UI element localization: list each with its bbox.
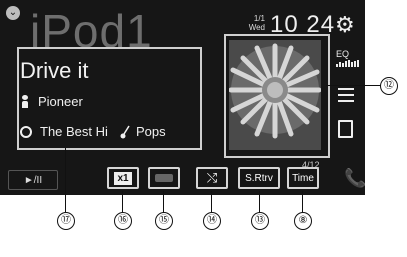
playback-speed-button[interactable]: x1 bbox=[107, 167, 139, 189]
track-title: Drive it bbox=[20, 58, 89, 83]
phone-icon[interactable]: 📞 bbox=[344, 168, 365, 189]
settings-gear-icon[interactable]: ⚙ bbox=[335, 12, 355, 38]
guitar-icon bbox=[120, 125, 130, 138]
eq-bars-icon bbox=[336, 60, 359, 67]
date: 1/1 Wed bbox=[247, 14, 265, 32]
genre-row: Pops bbox=[120, 124, 166, 139]
date-weekday: Wed bbox=[248, 23, 265, 32]
repeat-button[interactable] bbox=[148, 167, 180, 189]
artist-name: Pioneer bbox=[38, 94, 83, 109]
eq-label: EQ bbox=[336, 49, 350, 59]
callout-line-17 bbox=[65, 148, 66, 212]
callout-17: ⑰ bbox=[57, 212, 75, 230]
callout-line-15 bbox=[163, 191, 164, 213]
album-name: The Best Hi bbox=[40, 124, 108, 139]
callout-13: ⑬ bbox=[251, 212, 269, 230]
callout-line-12 bbox=[326, 85, 382, 86]
genre-name: Pops bbox=[136, 124, 166, 139]
album-row: The Best Hi bbox=[20, 124, 108, 139]
sound-retriever-button[interactable]: S.Rtrv bbox=[238, 167, 280, 189]
date-day: 1/1 bbox=[253, 14, 265, 23]
callout-line-14 bbox=[211, 191, 212, 213]
shuffle-button[interactable]: ⤭ bbox=[196, 167, 228, 189]
play-pause-button[interactable]: ►/II bbox=[8, 170, 58, 190]
repeat-icon bbox=[155, 174, 173, 182]
callout-line-16 bbox=[122, 191, 123, 213]
artist-row: Pioneer bbox=[20, 94, 83, 109]
callout-line-8 bbox=[302, 191, 303, 213]
eq-button[interactable]: EQ bbox=[336, 50, 359, 67]
callout-15: ⑮ bbox=[155, 212, 173, 230]
list-icon[interactable] bbox=[338, 88, 354, 106]
callout-16: ⑯ bbox=[114, 212, 132, 230]
time-button[interactable]: Time bbox=[287, 167, 319, 189]
callout-14: ⑭ bbox=[203, 212, 221, 230]
shuffle-icon: ⤭ bbox=[206, 170, 218, 185]
callout-line-13 bbox=[259, 191, 260, 213]
chevron-down-icon[interactable]: ⌄ bbox=[6, 6, 20, 20]
document-icon[interactable] bbox=[338, 120, 353, 138]
speed-label: x1 bbox=[114, 171, 132, 185]
callout-8: ⑧ bbox=[294, 212, 312, 230]
album-icon bbox=[20, 125, 32, 138]
artist-icon bbox=[20, 95, 30, 108]
player-screen: ⌄ iPod1 Drive it Pioneer The Best Hi Pop… bbox=[0, 0, 365, 195]
callout-12: ⑫ bbox=[380, 77, 398, 95]
album-art bbox=[229, 40, 321, 150]
